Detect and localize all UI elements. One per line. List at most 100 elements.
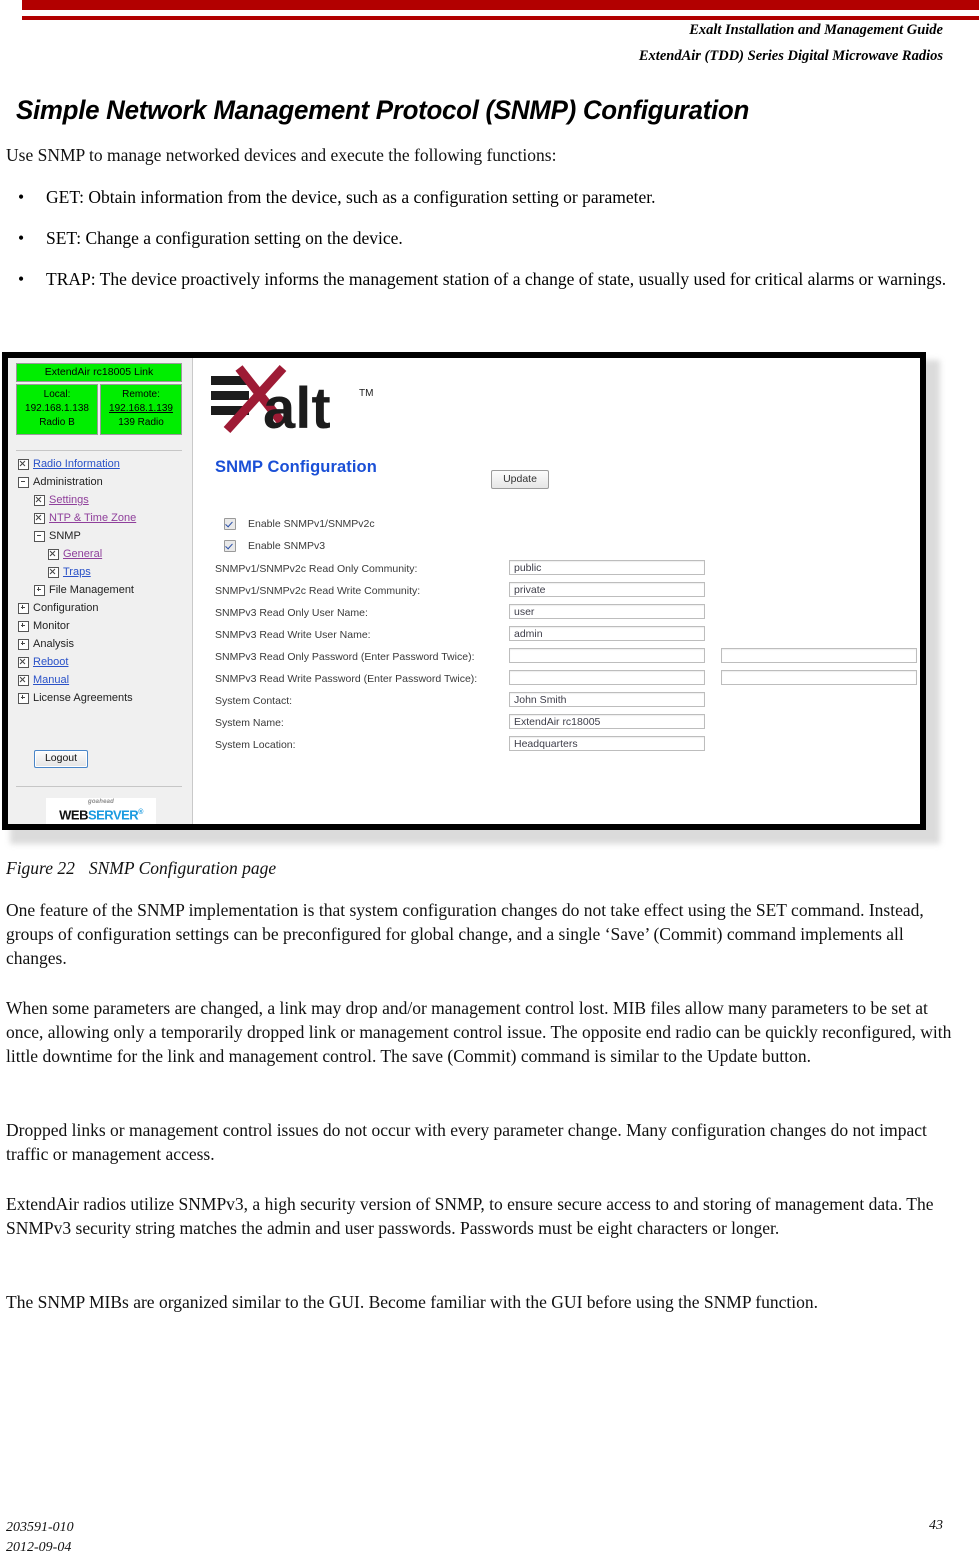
sidebar-divider-top (16, 450, 182, 451)
sidebar-item-reboot[interactable]: Reboot (18, 656, 193, 668)
bullet-dot-icon: • (18, 269, 25, 289)
box-plus-icon[interactable] (18, 620, 29, 632)
sidebar-item-label[interactable]: Traps (63, 566, 91, 578)
webserver-trademark-icon: ® (138, 809, 143, 816)
field-label: SNMPv3 Read Only Password (Enter Passwor… (215, 651, 475, 663)
local-ip: 192.168.1.138 (25, 403, 89, 414)
webserver-word1: WEB (59, 807, 88, 823)
text-input-confirm[interactable] (721, 648, 917, 663)
checkbox-snmpv1v2c[interactable] (224, 518, 236, 530)
text-input[interactable]: admin (509, 626, 705, 641)
list-item: • GET: Obtain information from the devic… (6, 185, 956, 209)
text-input[interactable]: ExtendAir rc18005 (509, 714, 705, 729)
webserver-word2: SERVER (87, 807, 139, 823)
sidebar-item-configuration[interactable]: Configuration (18, 602, 193, 614)
sidebar-item-file-management[interactable]: File Management (34, 584, 193, 596)
sidebar-item-radio-information[interactable]: Radio Information (18, 458, 193, 470)
form-row: SNMPv1/SNMPv2c Read Only Community: publi… (215, 560, 914, 582)
remote-label: Remote: (122, 389, 160, 400)
field-label: SNMPv3 Read Write Password (Enter Passwo… (215, 673, 478, 685)
update-button[interactable]: Update (491, 470, 549, 489)
running-head-line1: Exalt Installation and Management Guide (689, 22, 943, 38)
box-x-icon[interactable] (48, 566, 59, 578)
gui-main-panel: alt TM SNMP Configuration Update Enable … (193, 358, 920, 824)
local-radio-cell[interactable]: Local: 192.168.1.138 Radio B (16, 384, 98, 435)
footer-doc-number: 203591-010 (6, 1520, 74, 1535)
form-row: SNMPv3 Read Only Password (Enter Passwor… (215, 648, 917, 670)
field-label: System Location: (215, 739, 296, 751)
body-paragraph-2: When some parameters are changed, a link… (6, 998, 952, 1066)
checkbox-snmpv3[interactable] (224, 540, 236, 552)
field-label: System Name: (215, 717, 284, 729)
text-input[interactable]: user (509, 604, 705, 619)
box-x-icon[interactable] (34, 512, 45, 524)
box-minus-icon[interactable] (34, 530, 45, 542)
running-head-line2: ExtendAir (TDD) Series Digital Microwave… (638, 48, 943, 64)
sidebar-item-label: Administration (33, 476, 103, 488)
body-paragraph-4: ExtendAir radios utilize SNMPv3, a high … (6, 1194, 934, 1238)
sidebar-item-ntp-time-zone[interactable]: NTP & Time Zone (34, 512, 193, 524)
logout-button[interactable]: Logout (34, 750, 88, 768)
form-row: SNMPv3 Read Write User Name: admin (215, 626, 914, 648)
field-label: SNMPv1/SNMPv2c Read Write Community: (215, 585, 421, 597)
goahead-webserver-logo: goahead WEBSERVER® (46, 798, 156, 824)
page-title: Simple Network Management Protocol (SNMP… (16, 95, 750, 125)
sidebar-item-general[interactable]: General (48, 548, 193, 560)
sidebar-item-analysis[interactable]: Analysis (18, 638, 193, 650)
local-label: Local: (43, 389, 71, 400)
box-plus-icon[interactable] (18, 692, 29, 704)
sidebar-item-label[interactable]: Settings (49, 494, 89, 506)
box-minus-icon[interactable] (18, 476, 29, 488)
text-input[interactable]: private (509, 582, 705, 597)
radio-web-gui: ExtendAir rc18005 Link Local: 192.168.1.… (8, 358, 920, 824)
goahead-label: goahead (87, 799, 115, 805)
box-x-icon[interactable] (18, 458, 29, 470)
body-paragraph-5: The SNMP MIBs are organized similar to t… (6, 1292, 818, 1312)
sidebar-item-label[interactable]: Manual (33, 674, 69, 686)
remote-ip-link[interactable]: 192.168.1.139 (101, 402, 181, 416)
figure-caption-number: Figure 22 (6, 858, 75, 878)
text-input[interactable]: public (509, 560, 705, 575)
text-input[interactable]: Headquarters (509, 736, 705, 751)
body-paragraph-1: One feature of the SNMP implementation i… (6, 900, 924, 968)
sidebar-item-monitor[interactable]: Monitor (18, 620, 193, 632)
form-row: SNMPv3 Read Write Password (Enter Passwo… (215, 670, 917, 692)
box-plus-icon[interactable] (18, 602, 29, 614)
list-item-label: GET: Obtain information from the device,… (46, 187, 656, 207)
bullet-dot-icon: • (18, 187, 25, 207)
text-input[interactable] (509, 648, 705, 663)
box-x-icon[interactable] (48, 548, 59, 560)
sidebar-item-label: License Agreements (33, 692, 133, 704)
figure-caption-text: SNMP Configuration page (88, 858, 277, 878)
text-input[interactable] (509, 670, 705, 685)
field-label: System Contact: (215, 695, 293, 707)
sidebar-item-label[interactable]: Reboot (33, 656, 68, 668)
body-paragraph-3: Dropped links or management control issu… (6, 1120, 927, 1164)
sidebar-item-manual[interactable]: Manual (18, 674, 193, 686)
form-row: SNMPv1/SNMPv2c Read Write Community: priv… (215, 582, 914, 604)
box-x-icon[interactable] (18, 674, 29, 686)
sidebar-item-administration[interactable]: Administration (18, 476, 193, 488)
sidebar-item-label[interactable]: General (63, 548, 102, 560)
sidebar-item-snmp[interactable]: SNMP (34, 530, 193, 542)
sidebar-item-label[interactable]: Radio Information (33, 458, 120, 470)
sidebar-item-label[interactable]: NTP & Time Zone (49, 512, 136, 524)
sidebar-item-license-agreements[interactable]: License Agreements (18, 692, 193, 704)
form-row: SNMPv3 Read Only User Name: user (215, 604, 914, 626)
sidebar-item-label: File Management (49, 584, 134, 596)
form-row: System Location: Headquarters (215, 736, 914, 758)
snmp-configuration-form: Enable SNMPv1/SNMPv2c Enable SNMPv3 SNMPv1… (215, 516, 917, 758)
sidebar-item-settings[interactable]: Settings (34, 494, 193, 506)
remote-radio-cell[interactable]: Remote: 192.168.1.139 139 Radio (100, 384, 182, 435)
text-input-confirm[interactable] (721, 670, 917, 685)
box-x-icon[interactable] (18, 656, 29, 668)
svg-text:TM: TM (359, 388, 373, 399)
sidebar-item-traps[interactable]: Traps (48, 566, 193, 578)
footer-date: 2012-09-04 (6, 1540, 72, 1555)
function-bullet-list: • GET: Obtain information from the devic… (6, 185, 956, 308)
header-rule-thick (22, 0, 979, 10)
box-plus-icon[interactable] (18, 638, 29, 650)
box-plus-icon[interactable] (34, 584, 45, 596)
text-input[interactable]: John Smith (509, 692, 705, 707)
box-x-icon[interactable] (34, 494, 45, 506)
